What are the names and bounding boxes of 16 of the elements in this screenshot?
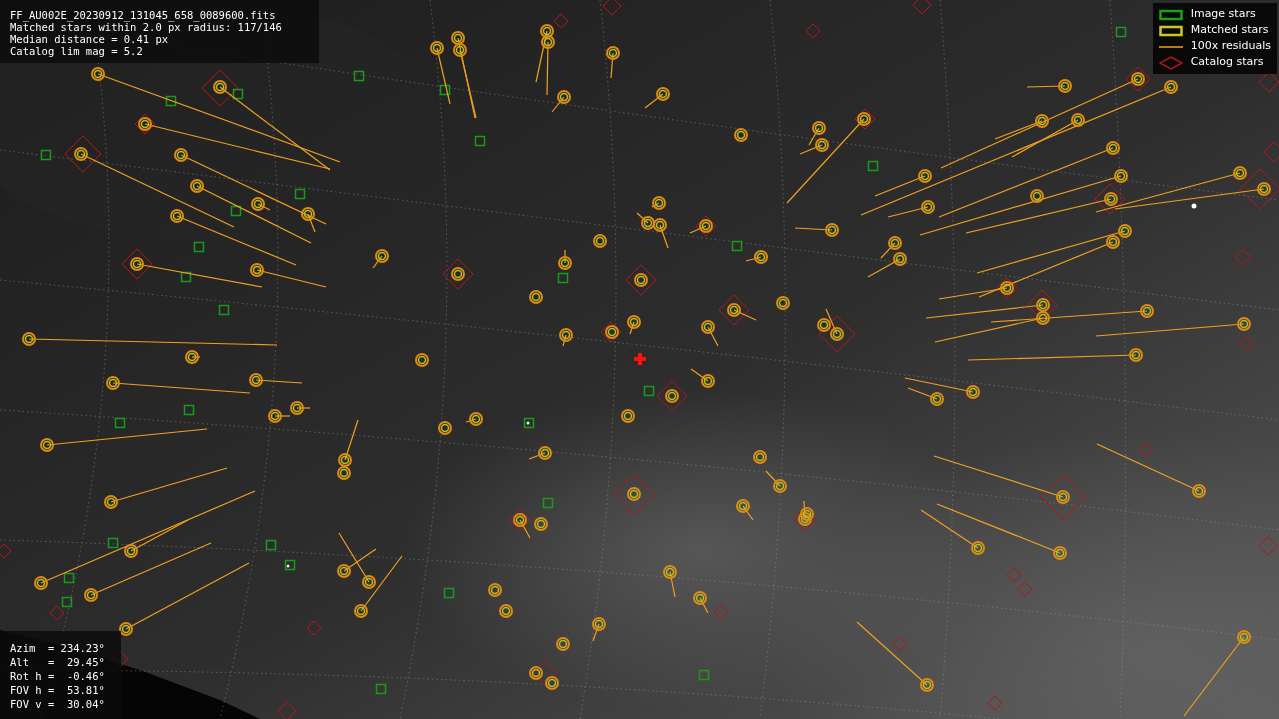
legend-label: Catalog stars (1190, 54, 1264, 71)
legend-label: Matched stars (1190, 22, 1269, 39)
square-marker-icon (1158, 8, 1183, 21)
pointing-text: Azim = 234.23° (10, 641, 106, 655)
info-text: Median distance = 0.41 px (10, 33, 170, 45)
square-marker-icon (1158, 24, 1183, 37)
legend-label: Image stars (1190, 6, 1256, 23)
info-text: Matched stars within 2.0 px radius: 117/146 (10, 21, 283, 33)
legend-label: 100x residuals (1190, 38, 1271, 55)
pointing-text: Alt = 29.45° (10, 655, 106, 669)
pointing-text: FOV v = 30.04° (10, 697, 106, 711)
info-text: FF_AU002E_20230912_131045_658_0089600.fits (10, 9, 277, 21)
pointing-text: FOV h = 53.81° (10, 683, 106, 697)
info-text: Catalog lim mag = 5.2 (10, 45, 144, 57)
pointing-text: Rot h = -0.46° (10, 669, 106, 683)
diamond-marker-icon (1158, 55, 1183, 70)
